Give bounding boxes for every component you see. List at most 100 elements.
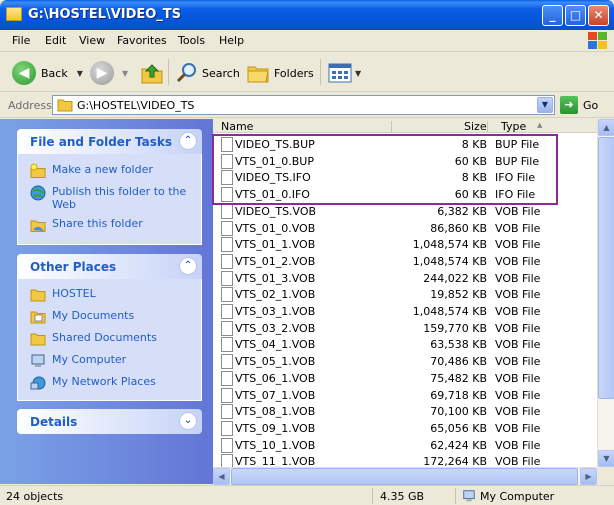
horizontal-scrollbar[interactable]: ◀ ▶ <box>213 467 597 485</box>
file-list[interactable]: Name Size Type ▲ VIDEO_TS.BUP 8 KB BUP Fil… <box>213 119 597 467</box>
address-dropdown-button[interactable]: ▼ <box>537 97 553 113</box>
up-folder-icon <box>141 64 163 84</box>
file-icon <box>221 370 233 386</box>
column-size[interactable]: Size <box>464 120 487 133</box>
file-row[interactable]: VTS_04_1.VOB 63,538 KB VOB File <box>213 336 597 353</box>
file-type: VOB File <box>495 371 541 385</box>
file-size: 6,382 KB <box>437 204 487 218</box>
file-name: VTS_01_2.VOB <box>235 254 316 268</box>
file-icon <box>221 270 233 286</box>
file-row[interactable]: VTS_05_1.VOB 70,486 KB VOB File <box>213 353 597 370</box>
file-type: VOB File <box>495 321 541 335</box>
search-button[interactable]: Search <box>175 59 240 87</box>
forward-button[interactable]: ▶ ▼ <box>90 59 128 87</box>
menu-file[interactable]: File <box>12 34 30 47</box>
file-name: VTS_11_1.VOB <box>235 455 316 467</box>
menu-tools[interactable]: Tools <box>178 34 205 47</box>
file-row[interactable]: VTS_01_3.VOB 244,022 KB VOB File <box>213 270 597 287</box>
close-button[interactable]: ✕ <box>588 5 609 26</box>
scroll-right-button[interactable]: ▶ <box>580 468 597 485</box>
scroll-left-button[interactable]: ◀ <box>213 468 230 485</box>
column-name[interactable]: Name <box>221 120 253 133</box>
panel-header[interactable]: Other Places ⌃ <box>17 254 202 279</box>
toolbar: ◀ Back ▼ ▶ ▼ Search Folders ▼ <box>0 53 614 92</box>
file-row[interactable]: VTS_01_0.IFO 60 KB IFO File <box>213 186 597 203</box>
horizontal-scroll-thumb[interactable] <box>231 468 578 485</box>
file-icon <box>221 203 233 219</box>
minimize-button[interactable]: _ <box>542 5 563 26</box>
chevron-down-icon[interactable]: ▼ <box>77 69 83 78</box>
chevron-down-icon[interactable]: ▼ <box>355 69 361 78</box>
address-value: G:\HOSTEL\VIDEO_TS <box>77 99 195 112</box>
other-places-panel: Other Places ⌃ HOSTEL My Documents Share… <box>17 254 202 401</box>
scroll-down-button[interactable]: ▼ <box>598 450 614 467</box>
chevron-down-icon[interactable]: ▼ <box>122 69 128 78</box>
file-row[interactable]: VTS_07_1.VOB 69,718 KB VOB File <box>213 387 597 404</box>
scroll-up-button[interactable]: ▲ <box>598 119 614 136</box>
place-my-network-places[interactable]: My Network Places <box>18 372 201 394</box>
vertical-scroll-thumb[interactable] <box>598 137 614 399</box>
task-publish-to-web[interactable]: Publish this folder to the Web <box>18 182 201 214</box>
task-make-new-folder[interactable]: Make a new folder <box>18 160 201 182</box>
folder-icon <box>30 289 46 302</box>
total-size: 4.35 GB <box>380 490 425 503</box>
file-row[interactable]: VTS_01_2.VOB 1,048,574 KB VOB File <box>213 253 597 270</box>
menu-view[interactable]: View <box>79 34 105 47</box>
back-button[interactable]: ◀ Back ▼ <box>12 59 83 87</box>
file-row[interactable]: VTS_11_1.VOB 172,264 KB VOB File <box>213 453 597 467</box>
new-folder-icon <box>30 163 46 178</box>
folders-button[interactable]: Folders <box>246 59 314 87</box>
file-row[interactable]: VTS_08_1.VOB 70,100 KB VOB File <box>213 403 597 420</box>
file-row[interactable]: VTS_03_2.VOB 159,770 KB VOB File <box>213 320 597 337</box>
file-row[interactable]: VTS_01_0.VOB 86,860 KB VOB File <box>213 220 597 237</box>
file-row[interactable]: VTS_10_1.VOB 62,424 KB VOB File <box>213 437 597 454</box>
address-input[interactable]: G:\HOSTEL\VIDEO_TS ▼ <box>52 95 555 115</box>
file-row[interactable]: VTS_03_1.VOB 1,048,574 KB VOB File <box>213 303 597 320</box>
file-row[interactable]: VTS_01_1.VOB 1,048,574 KB VOB File <box>213 236 597 253</box>
maximize-button[interactable]: □ <box>565 5 586 26</box>
file-type: VOB File <box>495 455 541 467</box>
file-row[interactable]: VIDEO_TS.BUP 8 KB BUP File <box>213 136 597 153</box>
task-share-folder[interactable]: Share this folder <box>18 214 201 236</box>
file-icon <box>221 437 233 453</box>
file-row[interactable]: VIDEO_TS.VOB 6,382 KB VOB File <box>213 203 597 220</box>
file-name: VIDEO_TS.IFO <box>235 171 311 185</box>
file-name: VTS_04_1.VOB <box>235 338 316 352</box>
panel-header[interactable]: Details ⌄ <box>17 409 202 434</box>
file-icon <box>221 420 233 436</box>
place-hostel[interactable]: HOSTEL <box>18 284 201 306</box>
place-my-documents[interactable]: My Documents <box>18 306 201 328</box>
expand-chevron-icon[interactable]: ⌄ <box>179 412 197 430</box>
collapse-chevron-icon[interactable]: ⌃ <box>179 132 197 150</box>
file-row[interactable]: VTS_06_1.VOB 75,482 KB VOB File <box>213 370 597 387</box>
file-icon <box>221 337 233 353</box>
vertical-scrollbar[interactable]: ▲ ▼ <box>597 119 614 467</box>
column-type[interactable]: Type <box>501 120 526 133</box>
collapse-chevron-icon[interactable]: ⌃ <box>179 257 197 275</box>
file-size: 172,264 KB <box>423 455 487 467</box>
file-row[interactable]: VTS_01_0.BUP 60 KB BUP File <box>213 153 597 170</box>
folders-label: Folders <box>274 66 314 80</box>
menu-favorites[interactable]: Favorites <box>117 34 167 47</box>
file-row[interactable]: VTS_02_1.VOB 19,852 KB VOB File <box>213 286 597 303</box>
file-row[interactable]: VIDEO_TS.IFO 8 KB IFO File <box>213 169 597 186</box>
menu-help[interactable]: Help <box>219 34 244 47</box>
panel-title: File and Folder Tasks <box>30 135 173 149</box>
menu-edit[interactable]: Edit <box>45 34 66 47</box>
share-folder-icon <box>30 220 46 232</box>
up-folder-button[interactable] <box>140 59 164 87</box>
place-my-computer[interactable]: My Computer <box>18 350 201 372</box>
panel-header[interactable]: File and Folder Tasks ⌃ <box>17 129 202 154</box>
file-name: VTS_01_0.BUP <box>235 154 314 168</box>
file-row[interactable]: VTS_09_1.VOB 65,056 KB VOB File <box>213 420 597 437</box>
views-button[interactable]: ▼ <box>328 59 361 87</box>
place-shared-documents[interactable]: Shared Documents <box>18 328 201 350</box>
file-name: VTS_01_1.VOB <box>235 238 316 252</box>
panel-title: Other Places <box>30 260 117 274</box>
file-size: 63,538 KB <box>430 338 487 352</box>
go-button[interactable]: ➜ Go <box>560 96 598 114</box>
file-type: VOB File <box>495 355 541 369</box>
file-type: VOB File <box>495 204 541 218</box>
title-bar[interactable]: G:\HOSTEL\VIDEO_TS _ □ ✕ <box>0 0 614 30</box>
file-icon <box>221 387 233 403</box>
